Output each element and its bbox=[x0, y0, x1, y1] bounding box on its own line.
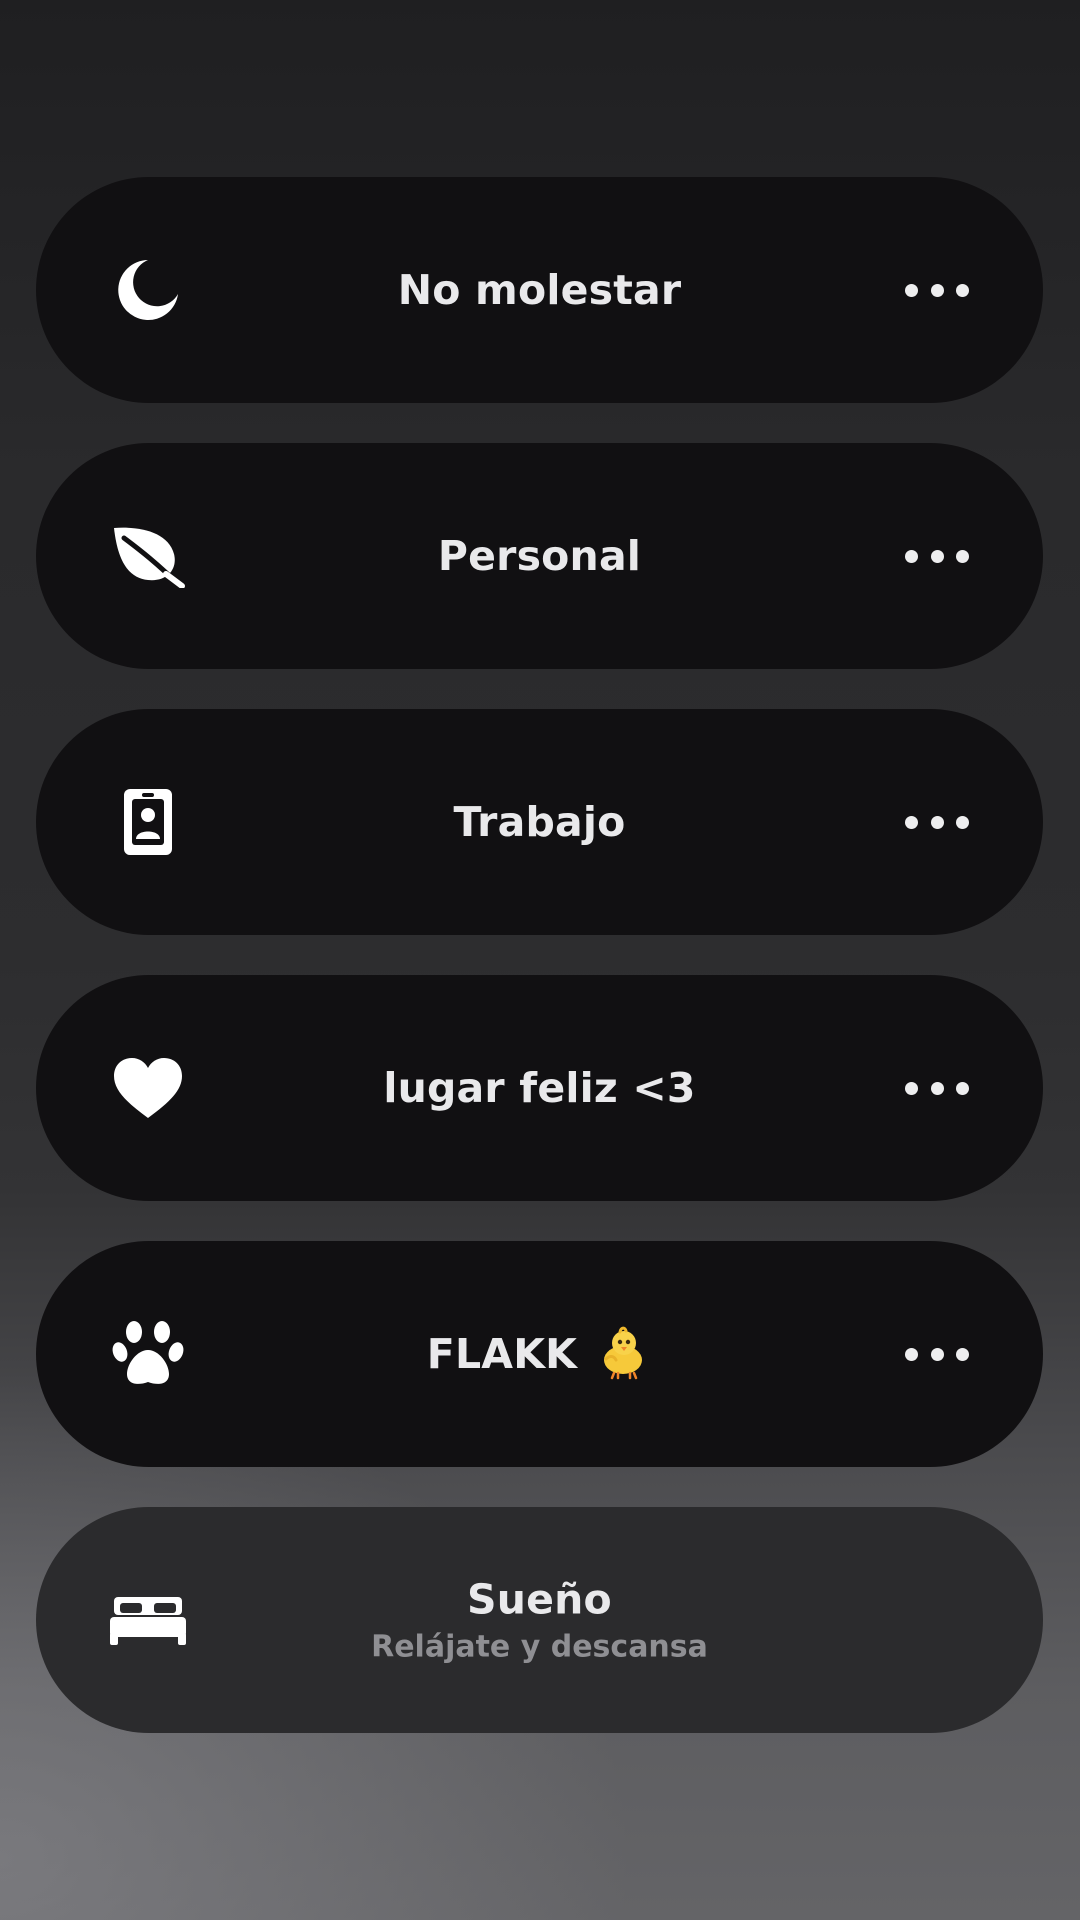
dot bbox=[930, 283, 944, 297]
chick-emoji bbox=[594, 1323, 652, 1385]
focus-mode-personal[interactable]: Personal bbox=[36, 443, 1043, 669]
focus-mode-label: Sueño bbox=[467, 1575, 612, 1624]
dot bbox=[930, 815, 944, 829]
dot bbox=[956, 815, 969, 829]
dot bbox=[956, 283, 969, 297]
focus-mode-no-molestar[interactable]: No molestar bbox=[36, 177, 1043, 403]
more-options-button[interactable] bbox=[905, 536, 969, 576]
dot bbox=[930, 1081, 944, 1095]
dot bbox=[930, 549, 944, 563]
dot bbox=[905, 815, 918, 829]
dot bbox=[930, 1347, 944, 1361]
focus-mode-sublabel: Relájate y descansa bbox=[371, 1629, 708, 1665]
more-options-button[interactable] bbox=[905, 1068, 969, 1108]
dot bbox=[956, 1081, 969, 1095]
focus-modes-list: No molestar Personal Trabajo lugar feliz… bbox=[36, 177, 1043, 1773]
more-options-button[interactable] bbox=[905, 270, 969, 310]
dot bbox=[905, 1081, 918, 1095]
more-options-button[interactable] bbox=[905, 1334, 969, 1374]
focus-mode-label: No molestar bbox=[397, 266, 682, 314]
focus-mode-trabajo[interactable]: Trabajo bbox=[36, 709, 1043, 935]
focus-mode-label: Personal bbox=[437, 532, 642, 580]
focus-mode-label: Trabajo bbox=[453, 798, 626, 846]
dot bbox=[905, 1347, 918, 1361]
dot bbox=[956, 1347, 969, 1361]
dot bbox=[956, 549, 969, 563]
focus-mode-flakk[interactable]: FLAKK bbox=[36, 1241, 1043, 1467]
focus-mode-lugar-feliz[interactable]: lugar feliz <3 bbox=[36, 975, 1043, 1201]
focus-mode-sueno[interactable]: Sueño Relájate y descansa bbox=[36, 1507, 1043, 1733]
dot bbox=[905, 549, 918, 563]
focus-mode-label: FLAKK bbox=[426, 1330, 578, 1378]
more-options-button[interactable] bbox=[905, 802, 969, 842]
focus-mode-label: lugar feliz <3 bbox=[383, 1064, 696, 1112]
dot bbox=[905, 283, 918, 297]
